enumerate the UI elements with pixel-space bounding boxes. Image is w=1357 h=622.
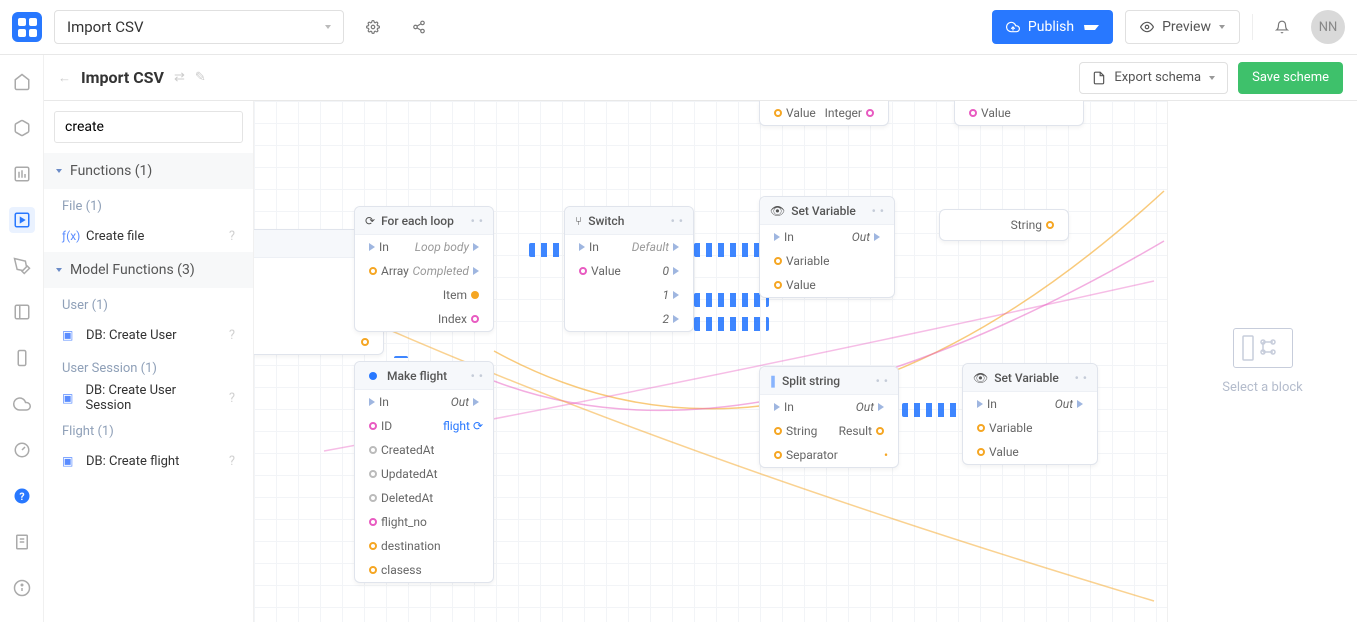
rail-box-icon[interactable] xyxy=(9,115,35,141)
sync-icon[interactable]: ⇄ xyxy=(174,70,185,85)
inspector-panel: Select a block xyxy=(1167,101,1357,622)
flow-connector xyxy=(694,317,769,331)
inspector-placeholder-icon xyxy=(1233,328,1293,368)
node-switch[interactable]: ⑂Switch•• InDefault Value0 1 2 xyxy=(564,206,694,332)
rail-help-icon[interactable]: ? xyxy=(9,483,35,509)
db-icon: ▣ xyxy=(62,454,78,468)
user-avatar[interactable]: NN xyxy=(1311,10,1345,44)
svg-text:?: ? xyxy=(19,490,24,503)
rail-layout-icon[interactable] xyxy=(9,299,35,325)
session-sublabel: User Session (1) xyxy=(44,351,253,382)
rail-info-icon[interactable] xyxy=(9,575,35,601)
file-sublabel: File (1) xyxy=(44,189,253,220)
db-create-flight-item[interactable]: ▣ DB: Create flight ? xyxy=(44,445,253,477)
db-create-user-item[interactable]: ▣ DB: Create User ? xyxy=(44,319,253,351)
model-functions-group-header[interactable]: Model Functions (3) xyxy=(44,252,253,288)
loop-icon: ⟳ xyxy=(365,214,375,228)
sub-header: ← Import CSV ⇄ ✎ Export schema Save sche… xyxy=(44,55,1357,101)
project-selector[interactable]: Import CSV xyxy=(54,10,344,44)
flow-connector xyxy=(902,403,962,417)
help-icon: ? xyxy=(229,454,235,469)
chevron-down-icon xyxy=(1209,76,1215,80)
export-schema-button[interactable]: Export schema xyxy=(1079,62,1228,94)
create-file-item[interactable]: ƒ(x) Create file ? xyxy=(44,220,253,252)
node-split-string[interactable]: ∥Split string•• InOut StringResult Separ… xyxy=(759,366,899,468)
chevron-down-icon xyxy=(1219,25,1225,29)
preview-button[interactable]: Preview xyxy=(1125,10,1240,44)
chevron-down-icon xyxy=(56,268,62,272)
publish-button[interactable]: Publish xyxy=(992,10,1113,44)
node-partial-top[interactable]: ValueInteger xyxy=(759,101,889,126)
chevron-down-icon xyxy=(56,169,62,173)
page-title: Import CSV xyxy=(81,68,164,87)
project-name: Import CSV xyxy=(67,18,144,36)
db-icon: ▣ xyxy=(62,328,78,342)
function-icon: ƒ(x) xyxy=(62,229,78,243)
top-bar: Import CSV Publish Preview NN xyxy=(0,0,1357,55)
content-area: ← Import CSV ⇄ ✎ Export schema Save sche… xyxy=(44,55,1357,622)
node-make-flight[interactable]: Make flight•• InOut IDflight ⟳ CreatedAt… xyxy=(354,361,494,583)
rail-gauge-icon[interactable] xyxy=(9,437,35,463)
flow-connector xyxy=(694,243,769,257)
rail-flow-icon[interactable] xyxy=(9,207,35,233)
rail-doc-icon[interactable] xyxy=(9,529,35,555)
edit-icon[interactable]: ✎ xyxy=(195,70,206,85)
eye-icon: 👁 xyxy=(770,204,785,218)
flight-sublabel: Flight (1) xyxy=(44,414,253,445)
flow-connector xyxy=(694,293,769,307)
rail-metrics-icon[interactable] xyxy=(9,161,35,187)
publish-label: Publish xyxy=(1028,19,1074,35)
save-scheme-button[interactable]: Save scheme xyxy=(1238,62,1343,94)
chevron-down-icon xyxy=(325,25,331,29)
db-create-session-item[interactable]: ▣ DB: Create User Session ? xyxy=(44,382,253,414)
node-string-out[interactable]: String xyxy=(939,209,1069,241)
functions-group-header[interactable]: Functions (1) xyxy=(44,153,253,189)
inspector-placeholder-text: Select a block xyxy=(1222,380,1303,395)
search-input-wrapper[interactable] xyxy=(54,111,243,143)
node-partial-top-2[interactable]: Value xyxy=(954,101,1084,126)
rail-home-icon[interactable] xyxy=(9,69,35,95)
chevron-down-icon xyxy=(1084,25,1099,30)
node-set-variable-1[interactable]: 👁Set Variable•• InOut Variable Value xyxy=(759,196,895,298)
preview-label: Preview xyxy=(1162,19,1211,35)
flow-canvas[interactable]: • ValueInteger Value ⟳For each loop•• In… xyxy=(254,101,1167,622)
rail-pen-icon[interactable] xyxy=(9,253,35,279)
switch-icon: ⑂ xyxy=(575,214,582,228)
help-icon: ? xyxy=(229,391,235,406)
node-set-variable-2[interactable]: 👁Set Variable•• InOut Variable Value xyxy=(962,363,1098,465)
back-arrow-icon[interactable]: ← xyxy=(58,70,71,86)
split-icon: ∥ xyxy=(770,374,776,388)
help-icon: ? xyxy=(229,328,235,343)
left-rail: ? xyxy=(0,55,44,622)
app-logo[interactable] xyxy=(12,12,42,42)
rail-cloud-icon[interactable] xyxy=(9,391,35,417)
dot-icon xyxy=(369,372,377,380)
eye-icon: 👁 xyxy=(973,371,988,385)
db-icon: ▣ xyxy=(62,391,78,405)
help-icon: ? xyxy=(229,229,235,244)
node-for-each-loop[interactable]: ⟳For each loop•• InLoop body ArrayComple… xyxy=(354,206,494,332)
share-icon[interactable] xyxy=(402,10,436,44)
user-sublabel: User (1) xyxy=(44,288,253,319)
settings-gear-icon[interactable] xyxy=(356,10,390,44)
blocks-sidebar: Functions (1) File (1) ƒ(x) Create file … xyxy=(44,101,254,622)
search-input[interactable] xyxy=(65,119,232,135)
notifications-bell-icon[interactable] xyxy=(1265,10,1299,44)
rail-mobile-icon[interactable] xyxy=(9,345,35,371)
